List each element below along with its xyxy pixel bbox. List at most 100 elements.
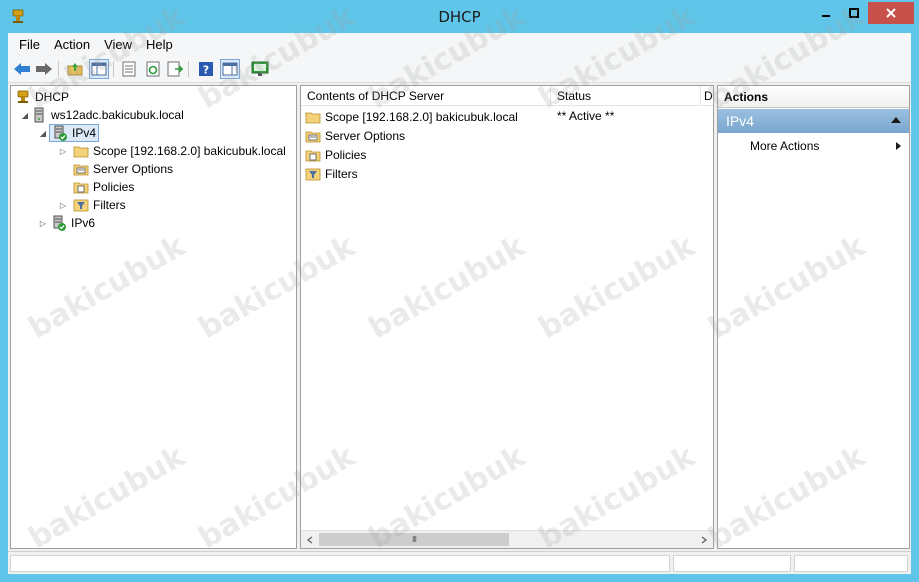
expand-triangle-icon[interactable]: ▷ <box>37 217 49 229</box>
column-header-description[interactable]: D <box>701 86 713 106</box>
toolbar-separator <box>113 61 114 77</box>
tree-label-scope: Scope [192.168.2.0] bakicubuk.local <box>93 144 286 158</box>
action-pane-icon <box>222 62 238 76</box>
dhcp-window: DHCP File Action View Help ? DHCP ◢ ws12… <box>0 0 919 582</box>
up-folder-icon <box>67 63 83 76</box>
menu-file[interactable]: File <box>12 37 47 52</box>
results-list-pane[interactable]: Contents of DHCP Server Status D Scope [… <box>300 85 714 549</box>
more-actions-label: More Actions <box>750 139 820 153</box>
list-item-scope[interactable]: Scope [192.168.2.0] bakicubuk.local <box>305 107 518 126</box>
policies-icon <box>305 150 321 161</box>
expand-triangle-icon[interactable]: ▷ <box>57 199 69 211</box>
status-segment <box>794 555 908 572</box>
scroll-right-button[interactable] <box>695 531 713 548</box>
list-item-name: Filters <box>325 166 358 181</box>
tree-item-server-options[interactable]: Server Options <box>73 160 173 178</box>
collapse-triangle-icon[interactable]: ◢ <box>37 127 49 139</box>
tree-label-server: ws12adc.bakicubuk.local <box>51 108 184 122</box>
server-icon <box>34 107 44 123</box>
chevron-left-icon <box>306 535 313 544</box>
expand-triangle-icon[interactable]: ▷ <box>57 145 69 157</box>
console-tree-icon <box>91 62 107 76</box>
ipv4-server-check-icon <box>54 125 67 141</box>
folder-icon <box>305 112 321 123</box>
menu-help[interactable]: Help <box>139 37 180 52</box>
display-statistics-button[interactable] <box>250 59 270 79</box>
submenu-arrow-icon <box>896 142 901 150</box>
help-button[interactable]: ? <box>196 59 216 79</box>
tree-item-filters[interactable]: ▷ Filters <box>57 196 126 214</box>
up-one-level-button[interactable] <box>65 59 85 79</box>
tree-item-policies[interactable]: Policies <box>73 178 134 196</box>
folder-icon <box>73 146 89 158</box>
close-icon <box>886 8 896 18</box>
svg-text:?: ? <box>203 64 209 77</box>
list-item-policies[interactable]: Policies <box>305 145 366 164</box>
ipv6-server-check-icon <box>53 215 66 231</box>
toolbar-separator <box>188 61 189 77</box>
scroll-thumb-grip: III <box>411 535 417 544</box>
help-icon: ? <box>199 62 213 77</box>
refresh-icon <box>146 61 160 77</box>
column-header-status[interactable]: Status <box>551 86 701 106</box>
tree-item-ipv6[interactable]: ▷ IPv6 <box>37 214 95 232</box>
forward-button[interactable] <box>34 59 54 79</box>
show-hide-console-tree-button[interactable] <box>89 59 109 79</box>
maximize-button[interactable] <box>840 2 867 24</box>
menu-action[interactable]: Action <box>47 37 97 52</box>
tree-item-server[interactable]: ◢ ws12adc.bakicubuk.local <box>19 106 184 124</box>
filters-icon <box>73 199 89 212</box>
toolbar: ? <box>8 55 911 83</box>
list-item-server-options[interactable]: Server Options <box>305 126 405 145</box>
export-list-icon <box>167 61 183 77</box>
tree-item-scope[interactable]: ▷ Scope [192.168.2.0] bakicubuk.local <box>57 142 286 160</box>
more-actions-item[interactable]: More Actions <box>718 136 909 156</box>
list-header: Contents of DHCP Server Status D <box>301 86 713 106</box>
export-list-button[interactable] <box>165 59 185 79</box>
filters-icon <box>305 168 321 180</box>
policies-icon <box>73 182 89 194</box>
tree-label-server-options: Server Options <box>93 162 174 176</box>
menu-view[interactable]: View <box>97 37 139 52</box>
tree-label-ipv6: IPv6 <box>71 216 96 230</box>
window-title: DHCP <box>438 8 481 26</box>
refresh-button[interactable] <box>143 59 163 79</box>
tree-label-dhcp: DHCP <box>35 90 70 104</box>
title-bar[interactable]: DHCP <box>0 0 919 33</box>
minimize-button[interactable] <box>812 2 839 24</box>
properties-button[interactable] <box>119 59 139 79</box>
column-header-contents[interactable]: Contents of DHCP Server <box>301 86 551 106</box>
back-button[interactable] <box>12 59 32 79</box>
horizontal-scrollbar[interactable]: III <box>301 530 713 548</box>
status-segment <box>673 555 791 572</box>
tree-selection[interactable]: IPv4 <box>49 124 100 142</box>
list-item-status: ** Active ** <box>557 109 615 123</box>
actions-section-label: IPv4 <box>726 113 755 129</box>
list-item-name: Scope [192.168.2.0] bakicubuk.local <box>325 109 518 124</box>
status-segment <box>10 555 670 572</box>
actions-pane: Actions IPv4 More Actions <box>717 85 910 549</box>
tree-item-ipv4[interactable]: ◢ IPv4 <box>37 124 100 142</box>
menu-bar: File Action View Help <box>8 33 911 55</box>
list-item-name: Policies <box>325 147 367 162</box>
tree-label-filters: Filters <box>93 198 126 212</box>
collapse-up-icon[interactable] <box>891 117 901 123</box>
collapse-triangle-icon[interactable]: ◢ <box>19 109 31 121</box>
scroll-thumb[interactable]: III <box>319 533 509 546</box>
list-item-filters[interactable]: Filters <box>305 164 358 183</box>
dhcp-trophy-icon <box>17 90 29 103</box>
scroll-left-button[interactable] <box>301 531 319 548</box>
show-hide-action-pane-button[interactable] <box>220 59 240 79</box>
tree-label-policies: Policies <box>93 180 135 194</box>
monitor-icon <box>251 61 269 76</box>
tree-item-dhcp[interactable]: DHCP <box>15 88 69 106</box>
list-item-name: Server Options <box>325 128 406 143</box>
server-options-icon <box>305 131 321 142</box>
close-button[interactable] <box>868 2 914 24</box>
console-tree-pane[interactable]: DHCP ◢ ws12adc.bakicubuk.local ◢ IPv4 ▷ … <box>10 85 297 549</box>
server-options-icon <box>73 164 89 176</box>
chevron-right-icon <box>701 535 708 544</box>
actions-section-ipv4[interactable]: IPv4 <box>718 109 909 133</box>
actions-header: Actions <box>718 86 909 108</box>
minimize-icon <box>821 15 830 17</box>
